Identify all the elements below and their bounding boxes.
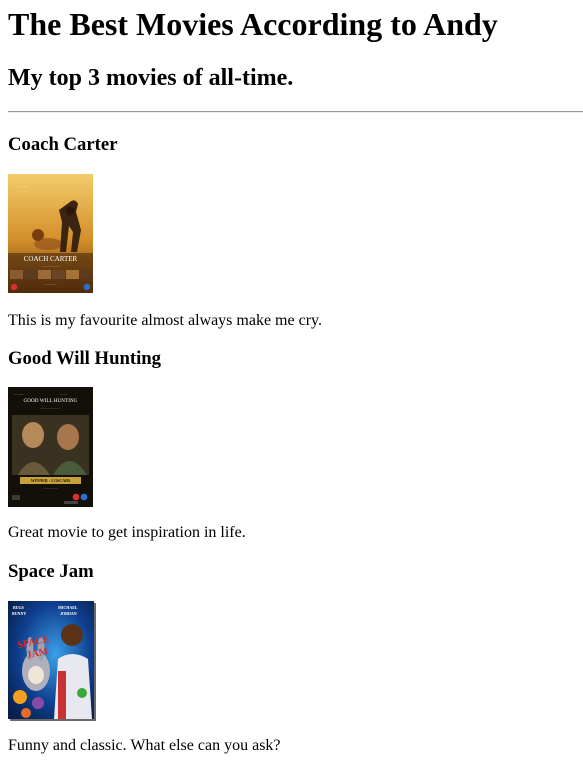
svg-text:…………………: ………………… — [40, 406, 61, 410]
page-title: The Best Movies According to Andy — [8, 6, 498, 42]
movie-title-good-will-hunting: Good Will Hunting — [8, 348, 162, 369]
svg-text:……: …… — [60, 392, 68, 396]
page: The Best Movies According to Andy My top… — [0, 0, 583, 761]
poster-title-text: GOOD WILL HUNTING — [24, 398, 78, 404]
poster-title-text: COACH CARTER — [24, 255, 78, 263]
good-will-hunting-poster: ……… …… GOOD WILL HUNTING ………………… WINNER … — [8, 387, 93, 507]
movie-description-good-will-hunting: Great movie to get inspiration in life. — [8, 524, 246, 541]
movie-description-coach-carter: This is my favourite almost always make … — [8, 312, 322, 329]
svg-text:………………: ……………… — [42, 264, 60, 268]
svg-text:…………: ………… — [45, 282, 57, 286]
svg-text:JORDAN: JORDAN — [60, 611, 77, 616]
svg-text:BUNNY: BUNNY — [12, 611, 26, 616]
movie-title-space-jam: Space Jam — [8, 561, 94, 582]
movie-description-space-jam: Funny and classic. What else can you ask… — [8, 737, 281, 754]
svg-text:BUGS: BUGS — [13, 605, 25, 610]
svg-text:……………: …………… — [44, 487, 58, 490]
coach-carter-poster: ………… ……… COACH CARTER ……………… ………… — [8, 174, 93, 293]
page-subtitle: My top 3 movies of all-time. — [8, 65, 294, 91]
svg-text:MICHAEL: MICHAEL — [58, 605, 78, 610]
divider — [8, 111, 583, 113]
svg-text:…………: ………… — [14, 184, 29, 188]
svg-text:………: ……… — [14, 392, 25, 396]
svg-text:WINNER - 2 OSCARS: WINNER - 2 OSCARS — [31, 478, 71, 483]
svg-text:………: ……… — [18, 189, 29, 193]
movie-title-coach-carter: Coach Carter — [8, 134, 118, 155]
space-jam-poster: BUGS BUNNY MICHAEL JORDAN SPACE JAM — [8, 601, 96, 721]
